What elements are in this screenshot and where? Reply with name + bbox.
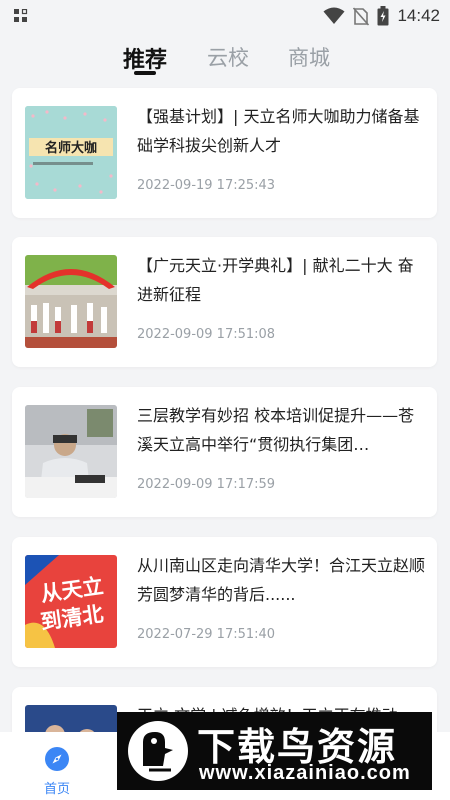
article-thumbnail	[25, 405, 117, 498]
article-date: 2022-07-29 17:51:40	[137, 627, 276, 642]
status-bar: 14:42	[0, 0, 450, 32]
wifi-icon	[323, 7, 345, 24]
article-title: 从川南山区走向清华大学！合江天立赵顺芳圆梦清华的背后......	[137, 556, 426, 604]
article-title: 【广元天立·开学典礼】| 献礼二十大 奋进新征程	[137, 256, 414, 304]
tab-recommend[interactable]: 推荐	[123, 42, 167, 74]
active-tab-indicator	[134, 71, 156, 75]
no-sim-icon	[353, 6, 370, 26]
thumbnail-caption: 名师大咖	[45, 140, 97, 156]
article-thumbnail	[25, 255, 117, 348]
article-date: 2022-09-09 17:51:08	[137, 327, 276, 342]
tab-mall[interactable]: 商城	[288, 42, 330, 72]
article-title: 三层教学有妙招 校本培训促提升——苍溪天立高中举行“贯彻执行集团…	[137, 406, 415, 454]
article-date: 2022-09-19 17:25:43	[137, 178, 276, 193]
article-card[interactable]: 从天立 到清北 从川南山区走向清华大学！合江天立赵顺芳圆梦清华的背后......…	[12, 537, 437, 667]
nav-home[interactable]: 首页	[30, 740, 84, 797]
article-card[interactable]: 三层教学有妙招 校本培训促提升——苍溪天立高中举行“贯彻执行集团… 2022-0…	[12, 387, 437, 517]
article-card[interactable]: 名师大咖 【强基计划】| 天立名师大咖助力储备基础学科拔尖创新人才 2022-0…	[12, 88, 437, 218]
watermark-url: www.xiazainiao.com	[199, 762, 411, 784]
article-date: 2022-09-09 17:17:59	[137, 477, 276, 492]
clock: 14:42	[397, 6, 440, 25]
tab-cloud-school[interactable]: 云校	[207, 42, 249, 72]
watermark-banner: 下载鸟资源 www.xiazainiao.com	[117, 712, 432, 790]
grid-icon	[14, 9, 28, 22]
battery-icon	[377, 6, 389, 26]
article-title: 【强基计划】| 天立名师大咖助力储备基础学科拔尖创新人才	[137, 107, 420, 155]
compass-icon	[45, 747, 69, 771]
bird-logo-icon	[128, 721, 188, 781]
article-card[interactable]: 【广元天立·开学典礼】| 献礼二十大 奋进新征程 2022-09-09 17:5…	[12, 237, 437, 367]
article-thumbnail: 名师大咖	[25, 106, 117, 199]
article-thumbnail: 从天立 到清北	[25, 555, 117, 648]
top-tabs: 推荐 云校 商城	[0, 36, 450, 84]
nav-home-label: 首页	[43, 782, 70, 797]
